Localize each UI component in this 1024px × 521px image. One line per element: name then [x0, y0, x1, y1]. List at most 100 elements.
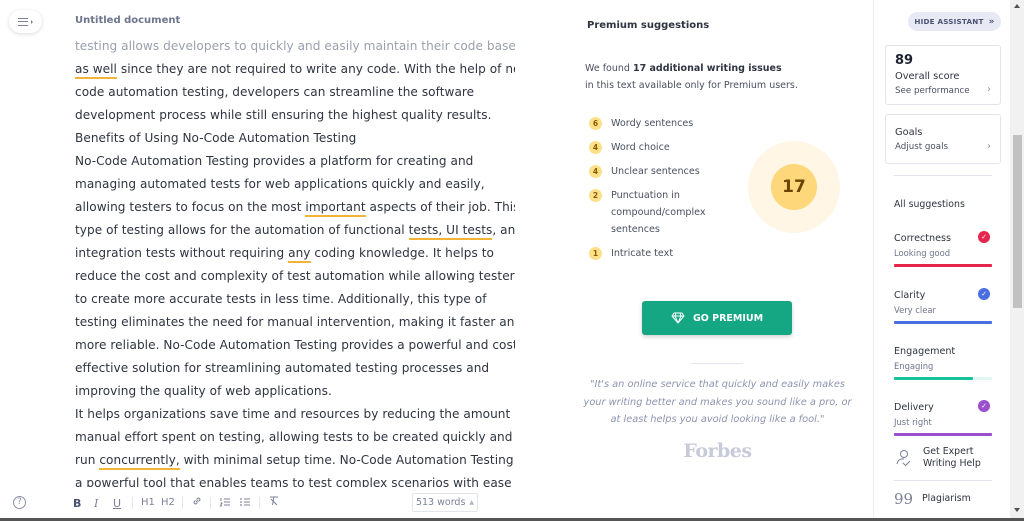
category-progress-fill	[894, 264, 992, 267]
scroll-up-arrow-icon[interactable]	[1014, 4, 1020, 8]
premium-issue-item: 4 Unclear sentences	[589, 163, 739, 180]
scrollbar-thumb[interactable]	[1013, 135, 1022, 308]
bold-button[interactable]: B	[73, 497, 81, 510]
premium-divider	[691, 363, 743, 364]
document-line: code automation testing, developers can …	[75, 81, 515, 104]
text-run: a powerful tool that enables teams to te…	[75, 476, 512, 487]
heading1-button[interactable]: H1	[141, 497, 155, 508]
document-line: development process while still ensuring…	[75, 104, 515, 127]
text-run: testing eliminates the need for manual i…	[75, 315, 515, 329]
scroll-down-arrow-icon[interactable]	[1014, 508, 1020, 512]
ordered-list-icon	[219, 498, 230, 507]
issue-label: Unclear sentences	[611, 166, 700, 177]
document-line: type of testing allows for the automatio…	[75, 219, 515, 242]
suggestion-underline[interactable]: as well	[75, 62, 117, 79]
text-run: integration tests without requiring	[75, 246, 289, 260]
toolbar-divider	[182, 497, 183, 509]
document-line: No-Code Automation Testing provides a pl…	[75, 150, 515, 173]
document-line: Benefits of Using No-Code Automation Tes…	[75, 127, 515, 150]
document-line: reduce the cost and complexity of test a…	[75, 265, 515, 288]
document-line: integration tests without requiring any …	[75, 242, 515, 265]
document-line: a powerful tool that enables teams to te…	[75, 472, 515, 487]
category-clarity[interactable]: Clarity Very clear ✓	[894, 288, 992, 330]
plagiarism-link[interactable]: 99 Plagiarism	[894, 490, 971, 508]
overall-score-card[interactable]: 89 Overall score See performance ›	[885, 45, 1001, 105]
suggestion-underline[interactable]: tests, UI tests	[408, 223, 493, 240]
go-premium-button[interactable]: GO PREMIUM	[642, 301, 792, 335]
document-line: testing eliminates the need for manual i…	[75, 311, 515, 334]
heading2-button[interactable]: H2	[161, 497, 175, 508]
category-delivery[interactable]: Delivery Just right ✓	[894, 400, 992, 442]
bullet-list-button[interactable]	[239, 496, 251, 511]
link-button[interactable]	[191, 495, 203, 510]
diamond-icon	[671, 312, 685, 324]
text-run: It helps organizations save time and res…	[75, 407, 515, 421]
clear-format-button[interactable]	[268, 495, 280, 510]
category-correctness[interactable]: Correctness Looking good ✓	[894, 231, 992, 273]
text-run: No-Code Automation Testing provides a pl…	[75, 154, 474, 168]
sidebar-divider	[894, 480, 992, 481]
toolbar-divider	[210, 497, 211, 509]
document-line: run concurrently, with minimal setup tim…	[75, 449, 515, 472]
adjust-goals-link: Adjust goals	[895, 142, 949, 152]
suggestion-underline[interactable]: concurrently,	[99, 453, 180, 470]
category-progress-track	[894, 264, 992, 267]
help-icon[interactable]: ?	[13, 496, 26, 509]
category-progress-track	[894, 321, 992, 324]
all-suggestions-label[interactable]: All suggestions	[894, 199, 965, 210]
category-engagement[interactable]: Engagement Engaging	[894, 346, 992, 386]
goals-card[interactable]: Goals Adjust goals ›	[885, 114, 1001, 164]
category-status: Just right	[894, 417, 932, 427]
toolbar-divider	[132, 497, 133, 509]
chevron-right-icon: ›	[987, 141, 991, 152]
sidebar-divider	[894, 175, 992, 176]
text-run: type of testing allows for the automatio…	[75, 223, 409, 237]
suggestion-underline[interactable]: any	[288, 246, 311, 263]
issue-total-ring: 17	[748, 141, 840, 233]
document-line: testing allows developers to quickly and…	[75, 35, 515, 58]
ordered-list-button[interactable]	[219, 496, 231, 511]
document-line: effective solution for streamlining auto…	[75, 357, 515, 380]
issue-total-count: 17	[771, 164, 817, 210]
word-count-button[interactable]: 513 words ▲	[412, 493, 478, 512]
text-run: manual effort spent on testing, allowing…	[75, 430, 513, 444]
issue-count-badge: 4	[589, 165, 602, 178]
text-run: managing automated tests for web applica…	[75, 177, 485, 191]
clear-format-icon	[270, 496, 278, 506]
plagiarism-label: Plagiarism	[922, 493, 971, 505]
document-line: allowing testers to focus on the most im…	[75, 196, 515, 219]
overall-score-value: 89	[895, 53, 914, 68]
text-run: to create more accurate tests in less ti…	[75, 292, 487, 306]
hide-assistant-button[interactable]: HIDE ASSISTANT »	[908, 12, 1001, 31]
document-title[interactable]: Untitled document	[75, 15, 180, 26]
text-run: effective solution for streamlining auto…	[75, 361, 490, 375]
text-run: since they are not required to write any…	[116, 62, 515, 76]
page-scrollbar[interactable]	[1010, 0, 1024, 518]
document-line: It helps organizations save time and res…	[75, 403, 515, 426]
category-progress-fill	[894, 433, 992, 436]
quote-marks-icon: 99	[894, 490, 914, 508]
text-run: testing allows developers to quickly and…	[75, 39, 515, 53]
text-run: more reliable. No-Code Automation Testin…	[75, 338, 515, 352]
expert-help-link[interactable]: Get Expert Writing Help	[894, 446, 989, 469]
toolbar-divider	[259, 497, 260, 509]
main-menu-button[interactable]	[9, 10, 42, 33]
category-progress-track	[894, 433, 992, 436]
underline-button[interactable]: U	[113, 497, 121, 510]
double-chevron-right-icon: »	[988, 16, 995, 27]
bullet-list-icon	[240, 498, 250, 506]
issue-label: Word choice	[611, 142, 670, 153]
suggestion-underline[interactable]: important	[305, 200, 366, 217]
overall-score-title: Overall score	[895, 71, 960, 82]
document-line: as well since they are not required to w…	[75, 58, 515, 81]
category-status: Looking good	[894, 248, 951, 258]
app-root: Untitled document testing allows develop…	[0, 0, 1024, 521]
document-line: more reliable. No-Code Automation Testin…	[75, 334, 515, 357]
italic-button[interactable]: I	[94, 497, 98, 510]
document-editor[interactable]: testing allows developers to quickly and…	[75, 35, 515, 487]
text-run: improving the quality of web application…	[75, 384, 332, 398]
check-circle-icon: ✓	[978, 400, 990, 412]
menu-icon	[18, 17, 28, 26]
text-run: with minimal setup time. No-Code Automat…	[179, 453, 515, 467]
text-run: aspects of their job. This	[365, 200, 515, 214]
